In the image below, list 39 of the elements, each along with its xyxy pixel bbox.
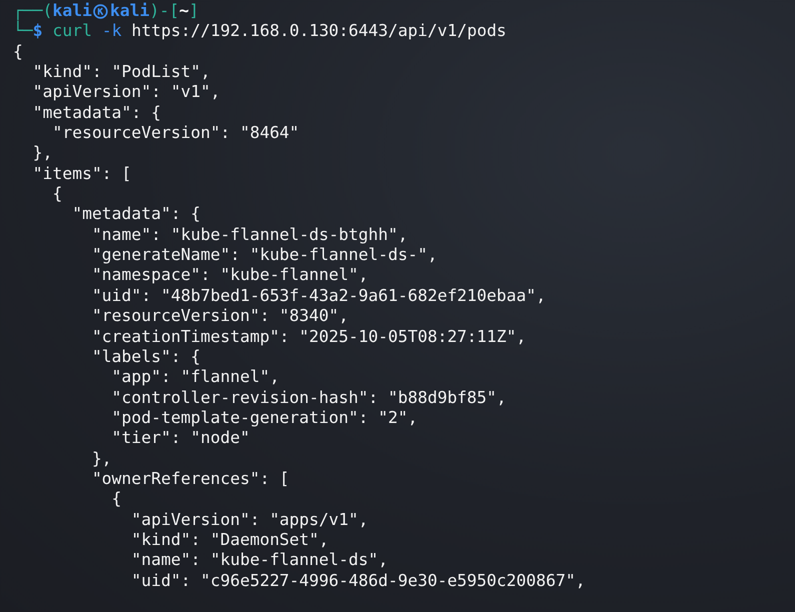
output-line: "name": "kube-flannel-ds",: [130, 550, 388, 571]
prompt-frame: )-[: [149, 1, 180, 22]
output-line: "kind": "PodList",: [32, 62, 210, 82]
output-line: "app": "flannel",: [110, 367, 280, 388]
prompt-sign: $: [32, 21, 43, 42]
output-line: "kind": "DaemonSet",: [130, 530, 329, 550]
prompt-user: kali: [110, 1, 150, 22]
output-line: "resourceVersion": "8340",: [90, 306, 349, 326]
command-argument: https://192.168.0.130:6443/api/v1/pods: [130, 21, 506, 42]
output-line: {: [13, 42, 23, 62]
command-option: -k: [92, 21, 122, 42]
output-line: "metadata": {: [32, 102, 162, 124]
prompt-frame: └─: [13, 21, 33, 42]
output-line: "pod-template-generation": "2",: [110, 408, 418, 428]
command-name: curl: [51, 21, 92, 42]
output-line: "ownerReferences": [: [90, 468, 290, 490]
output-line: {: [110, 489, 122, 510]
output-line: "creationTimestamp": "2025-10-05T08:27:11Z",: [90, 326, 526, 347]
prompt-directory: ~: [179, 1, 189, 22]
output-line: "name": "kube-flannel-ds-btghh",: [90, 224, 408, 246]
output-line: },: [90, 448, 112, 469]
output-line: "apiVersion": "apps/v1",: [130, 510, 368, 530]
output-line: "generateName": "kube-flannel-ds-",: [90, 245, 438, 266]
prompt-frame: ┌──(: [13, 1, 52, 22]
output-line: "resourceVersion": "8464": [51, 123, 300, 144]
output-line: },: [32, 143, 52, 164]
output-line: "tier": "node": [110, 428, 250, 449]
output-line: "uid": "c96e5227-4996-486d-9e30-e5950c200867",: [130, 570, 586, 591]
prompt-user: kali: [52, 1, 92, 22]
output-line: "labels": {: [90, 346, 200, 368]
output-line: "apiVersion": "v1",: [32, 82, 220, 103]
output-line: "controller-revision-hash": "b88d9bf85",: [110, 388, 506, 408]
output-line: "items": [: [32, 164, 132, 184]
output-line: "uid": "48b7bed1-653f-43a2-9a61-682ef210ebaa",: [90, 286, 546, 306]
output-line: "metadata": {: [71, 204, 200, 225]
output-line: "namespace": "kube-flannel",: [90, 265, 368, 286]
circle-symbol-icon: [92, 4, 108, 19]
prompt-frame: ]: [188, 1, 199, 22]
output-line: {: [51, 184, 62, 204]
